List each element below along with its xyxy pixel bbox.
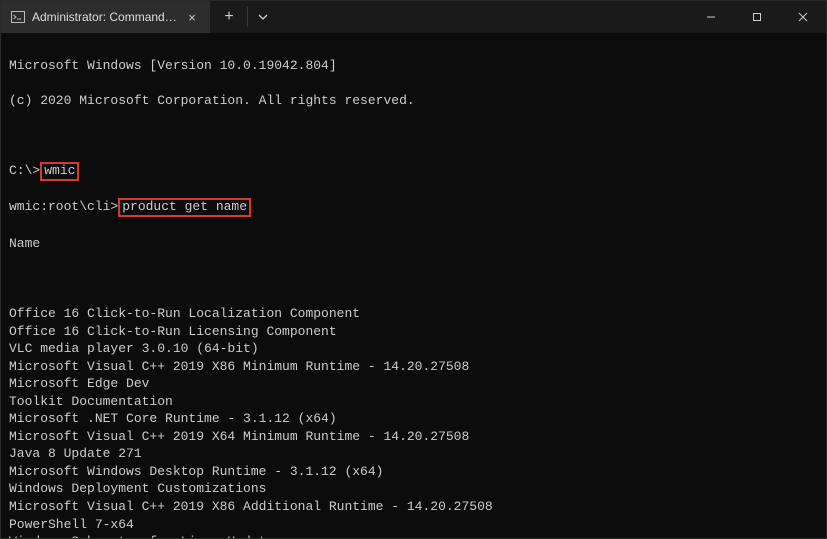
output-line: Microsoft Windows [Version 10.0.19042.80…	[9, 57, 818, 75]
product-line: Office 16 Click-to-Run Localization Comp…	[9, 305, 818, 323]
product-line: Office 16 Click-to-Run Licensing Compone…	[9, 323, 818, 341]
product-line: PowerShell 7-x64	[9, 516, 818, 534]
maximize-icon	[752, 12, 762, 22]
product-line: Windows Subsystem for Linux Update	[9, 533, 818, 538]
product-line: Microsoft Windows Desktop Runtime - 3.1.…	[9, 463, 818, 481]
titlebar: Administrator: Command Promp × +	[1, 1, 826, 33]
product-line: Microsoft Edge Dev	[9, 375, 818, 393]
chevron-down-icon	[258, 12, 268, 22]
new-tab-button[interactable]: +	[211, 1, 247, 33]
output-line: (c) 2020 Microsoft Corporation. All righ…	[9, 92, 818, 110]
prompt-prefix: wmic:root\cli>	[9, 199, 118, 214]
column-header: Name	[9, 235, 818, 253]
product-line: Microsoft Visual C++ 2019 X64 Minimum Ru…	[9, 428, 818, 446]
command-highlight: wmic	[40, 162, 79, 181]
product-line: Windows Deployment Customizations	[9, 480, 818, 498]
minimize-icon	[706, 12, 716, 22]
terminal-output[interactable]: Microsoft Windows [Version 10.0.19042.80…	[1, 33, 826, 538]
tab-active[interactable]: Administrator: Command Promp ×	[1, 1, 211, 33]
blank-line	[9, 270, 818, 288]
tab-title: Administrator: Command Promp	[32, 10, 177, 24]
prompt-prefix: C:\>	[9, 163, 40, 178]
product-line: Microsoft Visual C++ 2019 X86 Minimum Ru…	[9, 358, 818, 376]
prompt-line-2: wmic:root\cli>product get name	[9, 198, 818, 217]
product-line: Microsoft Visual C++ 2019 X86 Additional…	[9, 498, 818, 516]
command-highlight: product get name	[118, 198, 251, 217]
product-line: Microsoft .NET Core Runtime - 3.1.12 (x6…	[9, 410, 818, 428]
tab-close-button[interactable]: ×	[184, 9, 200, 25]
blank-line	[9, 127, 818, 145]
tab-dropdown-button[interactable]	[248, 1, 278, 33]
command-prompt-window: Administrator: Command Promp × + Microso…	[0, 0, 827, 539]
product-line: Toolkit Documentation	[9, 393, 818, 411]
maximize-button[interactable]	[734, 1, 780, 33]
product-line: VLC media player 3.0.10 (64-bit)	[9, 340, 818, 358]
prompt-line-1: C:\>wmic	[9, 162, 818, 181]
close-window-button[interactable]	[780, 1, 826, 33]
minimize-button[interactable]	[688, 1, 734, 33]
window-controls	[688, 1, 826, 33]
product-line: Java 8 Update 271	[9, 445, 818, 463]
titlebar-drag-area[interactable]	[278, 1, 688, 33]
cmd-icon	[11, 10, 25, 24]
close-icon	[798, 12, 808, 22]
